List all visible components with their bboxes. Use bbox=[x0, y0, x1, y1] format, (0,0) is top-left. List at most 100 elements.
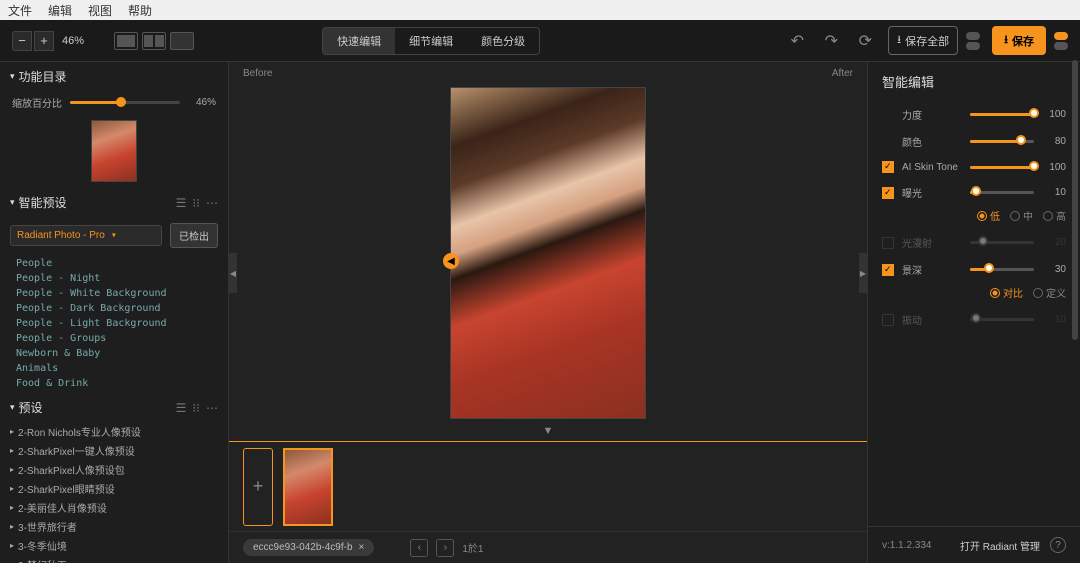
tab-quick-edit[interactable]: 快速编辑 bbox=[323, 28, 395, 54]
collapse-right-handle[interactable]: ▶ bbox=[859, 253, 867, 293]
preset-item[interactable]: People bbox=[16, 256, 212, 271]
save-all-button[interactable]: ⭳ 保存全部 bbox=[888, 26, 958, 55]
close-icon[interactable]: × bbox=[359, 542, 365, 553]
zoom-slider-value: 46% bbox=[188, 97, 216, 108]
exposure-low-radio[interactable]: 低 bbox=[977, 208, 1000, 223]
exposure-mid-radio[interactable]: 中 bbox=[1010, 208, 1033, 223]
param-depth: 景深 30 bbox=[868, 256, 1080, 283]
preset-category[interactable]: 3-梦幻秋天 bbox=[0, 555, 228, 563]
view-grid-icon[interactable] bbox=[170, 32, 194, 50]
exposure-checkbox[interactable] bbox=[882, 187, 894, 199]
zoom-in-button[interactable]: + bbox=[34, 31, 54, 51]
view-single-icon[interactable] bbox=[114, 32, 138, 50]
view-split-icon[interactable] bbox=[142, 32, 166, 50]
scrollbar[interactable] bbox=[1072, 60, 1078, 340]
exposure-slider[interactable] bbox=[970, 191, 1034, 194]
prev-image-button[interactable]: ‹ bbox=[410, 539, 428, 557]
tab-detail-edit[interactable]: 细节编辑 bbox=[395, 28, 467, 54]
grid-view-icon[interactable]: ⁝⁝ bbox=[192, 401, 200, 415]
refresh-icon[interactable]: ⟳ bbox=[854, 30, 876, 52]
preset-item[interactable]: People - Dark Background bbox=[16, 301, 212, 316]
download-icon: ⭳ bbox=[1004, 31, 1008, 50]
preset-category[interactable]: 2-SharkPixel人像预设包 bbox=[0, 460, 228, 479]
photo-preview[interactable]: ◀ bbox=[450, 87, 646, 419]
exposure-high-radio[interactable]: 高 bbox=[1043, 208, 1066, 223]
color-slider[interactable] bbox=[970, 140, 1034, 143]
compare-slider-handle[interactable]: ◀ bbox=[443, 253, 459, 269]
param-color: 颜色 80 bbox=[868, 128, 1080, 155]
menu-view[interactable]: 视图 bbox=[88, 2, 112, 19]
undo-icon[interactable]: ↶ bbox=[786, 30, 808, 52]
depth-mode-radios: 对比 定义 bbox=[868, 283, 1080, 306]
preset-item[interactable]: People - Groups bbox=[16, 331, 212, 346]
menu-file[interactable]: 文件 bbox=[8, 2, 32, 19]
depth-define-radio[interactable]: 定义 bbox=[1033, 285, 1066, 300]
zoom-slider-label: 缩放百分比 bbox=[12, 95, 62, 110]
preset-item[interactable]: People - Light Background bbox=[16, 316, 212, 331]
menubar: 文件 编辑 视图 帮助 bbox=[0, 0, 1080, 20]
open-radiant-manager-link[interactable]: 打开 Radiant 管理 bbox=[960, 538, 1040, 553]
menu-help[interactable]: 帮助 bbox=[128, 2, 152, 19]
zoom-percent: 46% bbox=[62, 35, 84, 47]
preset-dropdown[interactable]: Radiant Photo - Pro ▾ bbox=[10, 225, 162, 246]
thumbnail-preview[interactable] bbox=[91, 120, 137, 182]
smart-edit-title: 智能编辑 bbox=[868, 62, 1080, 101]
preset-item[interactable]: Newborn & Baby bbox=[16, 346, 212, 361]
collapse-left-handle[interactable]: ◀ bbox=[229, 253, 237, 293]
depth-slider[interactable] bbox=[970, 268, 1034, 271]
zoom-slider[interactable] bbox=[70, 101, 180, 104]
preset-category[interactable]: 3-世界旅行者 bbox=[0, 517, 228, 536]
preset-item[interactable]: Food & Drink bbox=[16, 376, 212, 391]
strength-slider[interactable] bbox=[970, 113, 1034, 116]
diffuse-checkbox[interactable] bbox=[882, 237, 894, 249]
more-icon[interactable]: ⋯ bbox=[206, 196, 218, 210]
preset-category[interactable]: 2-SharkPixel眼睛预设 bbox=[0, 479, 228, 498]
filmstrip-thumb[interactable] bbox=[283, 448, 333, 526]
skin-tone-slider[interactable] bbox=[970, 166, 1034, 169]
add-image-button[interactable]: + bbox=[243, 448, 273, 526]
preset-category[interactable]: 2-Ron Nichols专业人像预设 bbox=[0, 422, 228, 441]
list-view-icon[interactable]: ☰ bbox=[176, 401, 187, 415]
zoom-out-button[interactable]: − bbox=[12, 31, 32, 51]
tab-color-grade[interactable]: 颜色分级 bbox=[467, 28, 539, 54]
preset-item[interactable]: Animals bbox=[16, 361, 212, 376]
shake-slider bbox=[970, 318, 1034, 321]
preset-item[interactable]: People - White Background bbox=[16, 286, 212, 301]
save-button[interactable]: ⭳ 保存 bbox=[992, 26, 1046, 55]
exposure-mode-radios: 低 中 高 bbox=[868, 206, 1080, 229]
preset-category[interactable]: 2-美丽佳人肖像预设 bbox=[0, 498, 228, 517]
canvas-area[interactable]: ◀ ◀ ▶ bbox=[229, 85, 867, 421]
filename-chip[interactable]: eccc9e93-042b-4c9f-b × bbox=[243, 539, 374, 556]
version-label: v:1.1.2.334 bbox=[882, 540, 931, 551]
help-icon[interactable]: ? bbox=[1050, 537, 1066, 553]
depth-contrast-radio[interactable]: 对比 bbox=[990, 285, 1023, 300]
depth-checkbox[interactable] bbox=[882, 264, 894, 276]
redo-icon[interactable]: ↷ bbox=[820, 30, 842, 52]
preset-category-list: 2-Ron Nichols专业人像预设 2-SharkPixel一键人像预设 2… bbox=[0, 422, 228, 563]
preset-item[interactable]: People - Night bbox=[16, 271, 212, 286]
expand-down-icon[interactable]: ▼ bbox=[229, 421, 867, 441]
detect-button[interactable]: 已检出 bbox=[170, 223, 218, 248]
preset-category[interactable]: 2-SharkPixel一键人像预设 bbox=[0, 441, 228, 460]
section-catalog[interactable]: 功能目录 bbox=[0, 62, 228, 91]
filmstrip: + bbox=[229, 441, 867, 531]
save-all-toggle[interactable] bbox=[966, 32, 980, 50]
skin-tone-checkbox[interactable] bbox=[882, 161, 894, 173]
next-image-button[interactable]: › bbox=[436, 539, 454, 557]
more-icon[interactable]: ⋯ bbox=[206, 401, 218, 415]
section-smart-preset[interactable]: 智能预设 ☰ ⁝⁝ ⋯ bbox=[0, 188, 228, 217]
footer: v:1.1.2.334 打开 Radiant 管理 ? bbox=[868, 526, 1080, 563]
section-preset[interactable]: 预设 ☰ ⁝⁝ ⋯ bbox=[0, 393, 228, 422]
list-view-icon[interactable]: ☰ bbox=[176, 196, 187, 210]
page-indicator: 1於1 bbox=[462, 540, 483, 555]
main-area: 功能目录 缩放百分比 46% 智能预设 ☰ ⁝⁝ ⋯ Radiant Photo… bbox=[0, 62, 1080, 563]
save-toggle[interactable] bbox=[1054, 32, 1068, 50]
before-label: Before bbox=[243, 68, 272, 79]
preset-category[interactable]: 3-冬季仙境 bbox=[0, 536, 228, 555]
menu-edit[interactable]: 编辑 bbox=[48, 2, 72, 19]
shake-checkbox[interactable] bbox=[882, 314, 894, 326]
param-exposure: 曝光 10 bbox=[868, 179, 1080, 206]
left-panel: 功能目录 缩放百分比 46% 智能预设 ☰ ⁝⁝ ⋯ Radiant Photo… bbox=[0, 62, 229, 563]
grid-view-icon[interactable]: ⁝⁝ bbox=[192, 196, 200, 210]
param-shake: 振动 10 bbox=[868, 306, 1080, 333]
